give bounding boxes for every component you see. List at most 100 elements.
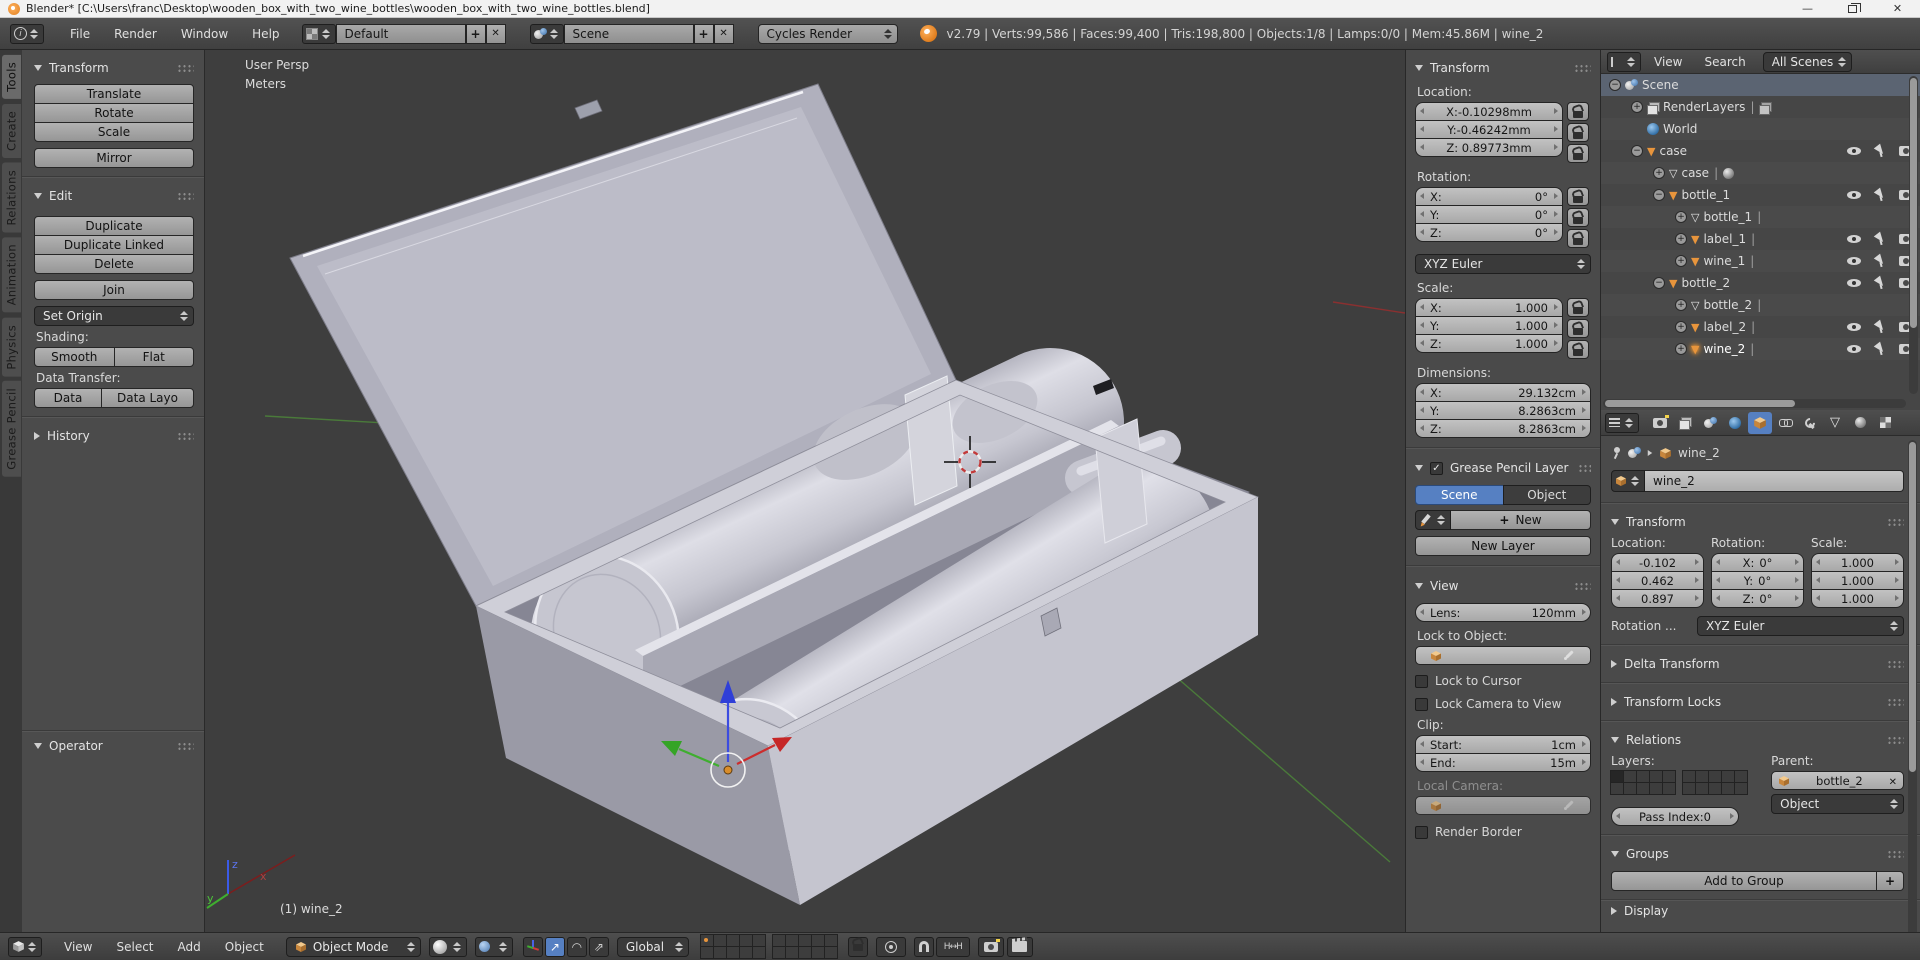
id-browse-button[interactable] — [1611, 470, 1645, 492]
add-to-group-button[interactable]: Add to Group — [1611, 871, 1877, 891]
outliner-row-world[interactable]: World — [1601, 118, 1920, 140]
view-panel-header[interactable]: View — [1415, 576, 1591, 596]
location-y-field[interactable]: 0.462 — [1611, 571, 1704, 590]
tab-modifiers[interactable] — [1798, 412, 1822, 434]
close-button[interactable]: ✕ — [1875, 0, 1920, 17]
view-menu[interactable]: View — [52, 940, 104, 954]
outliner-row-case-object[interactable]: − ▼ case — [1601, 140, 1920, 162]
scrollbar-thumb[interactable] — [1910, 78, 1917, 328]
lock-rotation-x-button[interactable] — [1567, 187, 1589, 206]
outliner-row-bottle1-data[interactable]: + ▽ bottle_1 | — [1601, 206, 1920, 228]
outliner-row-label1[interactable]: + ▼ label_1 | — [1601, 228, 1920, 250]
delete-layout-button[interactable] — [485, 23, 506, 44]
rotation-x-field[interactable]: X: 0° — [1711, 553, 1804, 572]
collapse-toggle-icon[interactable]: − — [1653, 189, 1665, 201]
expand-toggle-icon[interactable]: + — [1631, 101, 1643, 113]
panel-drag-handle[interactable] — [1887, 517, 1904, 527]
scrollbar-thumb[interactable] — [1605, 400, 1795, 407]
visibility-toggle[interactable] — [1842, 338, 1866, 360]
delete-button[interactable]: Delete — [34, 254, 194, 274]
outliner-row-bottle2-data[interactable]: + ▽ bottle_2 | — [1601, 294, 1920, 316]
tab-render[interactable] — [1648, 412, 1672, 434]
outliner-row-scene[interactable]: − Scene — [1601, 74, 1920, 96]
panel-drag-handle[interactable] — [1574, 63, 1591, 73]
expand-toggle-icon[interactable]: + — [1675, 233, 1687, 245]
panel-drag-handle[interactable] — [1887, 735, 1904, 745]
add-scene-button[interactable] — [693, 23, 714, 44]
outliner-row-renderlayers[interactable]: + RenderLayers | — [1601, 96, 1920, 118]
outliner-display-mode[interactable] — [1607, 51, 1641, 72]
manipulator-toggle[interactable] — [522, 936, 543, 957]
panel-drag-handle[interactable] — [1887, 697, 1904, 707]
outliner-filter-select[interactable]: All Scenes — [1762, 51, 1853, 72]
panel-drag-handle[interactable] — [1577, 463, 1591, 473]
menu-help[interactable]: Help — [240, 27, 291, 41]
layout-name-field[interactable]: Default — [335, 23, 466, 44]
transform-locks-panel-header[interactable]: Transform Locks — [1611, 692, 1904, 712]
mode-select[interactable]: Object Mode — [285, 936, 421, 957]
display-panel-header[interactable]: Display — [1611, 901, 1904, 921]
tab-material[interactable] — [1848, 412, 1872, 434]
viewport-layers[interactable] — [699, 933, 838, 959]
tab-grease-pencil[interactable]: Grease Pencil — [2, 381, 21, 478]
layers-grid[interactable] — [1610, 770, 1757, 795]
outliner-vertical-scrollbar[interactable] — [1909, 76, 1918, 394]
shade-flat-button[interactable]: Flat — [113, 347, 194, 367]
lock-to-cursor-checkbox[interactable] — [1415, 674, 1428, 688]
set-origin-menu[interactable]: Set Origin — [34, 306, 194, 326]
lock-scale-y-button[interactable] — [1567, 319, 1589, 338]
select-menu[interactable]: Select — [104, 940, 165, 954]
local-camera-field[interactable] — [1415, 796, 1591, 815]
rotate-manipulator-toggle[interactable]: ◠ — [566, 936, 587, 957]
tab-constraints[interactable] — [1773, 412, 1797, 434]
visibility-toggle[interactable] — [1842, 316, 1866, 338]
scene-browse-button[interactable] — [529, 23, 564, 44]
render-border-checkbox[interactable] — [1415, 825, 1428, 839]
delete-scene-button[interactable] — [713, 23, 734, 44]
scale-manipulator-toggle[interactable]: ⇗ — [588, 936, 609, 957]
data-layout-button[interactable]: Data Layo — [101, 388, 194, 408]
rotation-y-field[interactable]: Y: 0° — [1415, 205, 1563, 224]
snap-toggle[interactable] — [913, 936, 934, 957]
join-button[interactable]: Join — [34, 280, 194, 300]
lock-location-x-button[interactable] — [1567, 102, 1589, 121]
relations-panel-header[interactable]: Relations — [1611, 730, 1904, 750]
selectability-toggle[interactable] — [1868, 338, 1892, 360]
panel-drag-handle[interactable] — [177, 431, 194, 441]
rotation-mode-select[interactable]: XYZ Euler — [1697, 616, 1904, 636]
eyedropper-icon[interactable] — [1563, 649, 1576, 662]
outliner-row-wine2[interactable]: + ▼ wine_2 | — [1601, 338, 1920, 360]
rotation-z-field[interactable]: Z: 0° — [1415, 223, 1563, 242]
scrollbar-thumb[interactable] — [1909, 442, 1916, 772]
parent-type-select[interactable]: Object — [1771, 794, 1904, 814]
transform-panel-header[interactable]: Transform — [1415, 58, 1591, 78]
operator-panel-header[interactable]: Operator — [34, 736, 194, 756]
tab-scene[interactable] — [1698, 412, 1722, 434]
scale-button[interactable]: Scale — [34, 122, 194, 142]
clip-end-field[interactable]: End: 15m — [1415, 753, 1591, 772]
layout-browse-button[interactable] — [301, 23, 336, 44]
visibility-toggle[interactable] — [1842, 184, 1866, 206]
outliner-row-bottle2-object[interactable]: − ▼ bottle_2 — [1601, 272, 1920, 294]
pin-icon[interactable] — [1611, 447, 1622, 459]
mirror-button[interactable]: Mirror — [34, 148, 194, 168]
selectability-toggle[interactable] — [1868, 184, 1892, 206]
outliner-row-wine1[interactable]: + ▼ wine_1 | — [1601, 250, 1920, 272]
data-button[interactable]: Data — [34, 388, 102, 408]
gp-source-scene-tab[interactable]: Scene — [1415, 485, 1504, 505]
selectability-toggle[interactable] — [1868, 250, 1892, 272]
tab-create[interactable]: Create — [2, 103, 21, 158]
tab-world[interactable] — [1723, 412, 1747, 434]
groups-panel-header[interactable]: Groups — [1611, 844, 1904, 864]
editor-type-selector[interactable]: i — [10, 23, 44, 44]
grease-pencil-panel-header[interactable]: Grease Pencil Layer — [1415, 458, 1591, 478]
scene-name-field[interactable]: Scene — [563, 23, 694, 44]
outliner-horizontal-scrollbar[interactable] — [1603, 399, 1906, 408]
visibility-toggle[interactable] — [1842, 250, 1866, 272]
restore-button[interactable] — [1830, 0, 1875, 17]
expand-toggle-icon[interactable]: + — [1653, 167, 1665, 179]
delta-transform-panel-header[interactable]: Delta Transform — [1611, 654, 1904, 674]
tab-texture[interactable] — [1873, 412, 1897, 434]
scale-y-field[interactable]: 1.000 — [1811, 571, 1904, 590]
collapse-toggle-icon[interactable]: − — [1609, 79, 1621, 91]
